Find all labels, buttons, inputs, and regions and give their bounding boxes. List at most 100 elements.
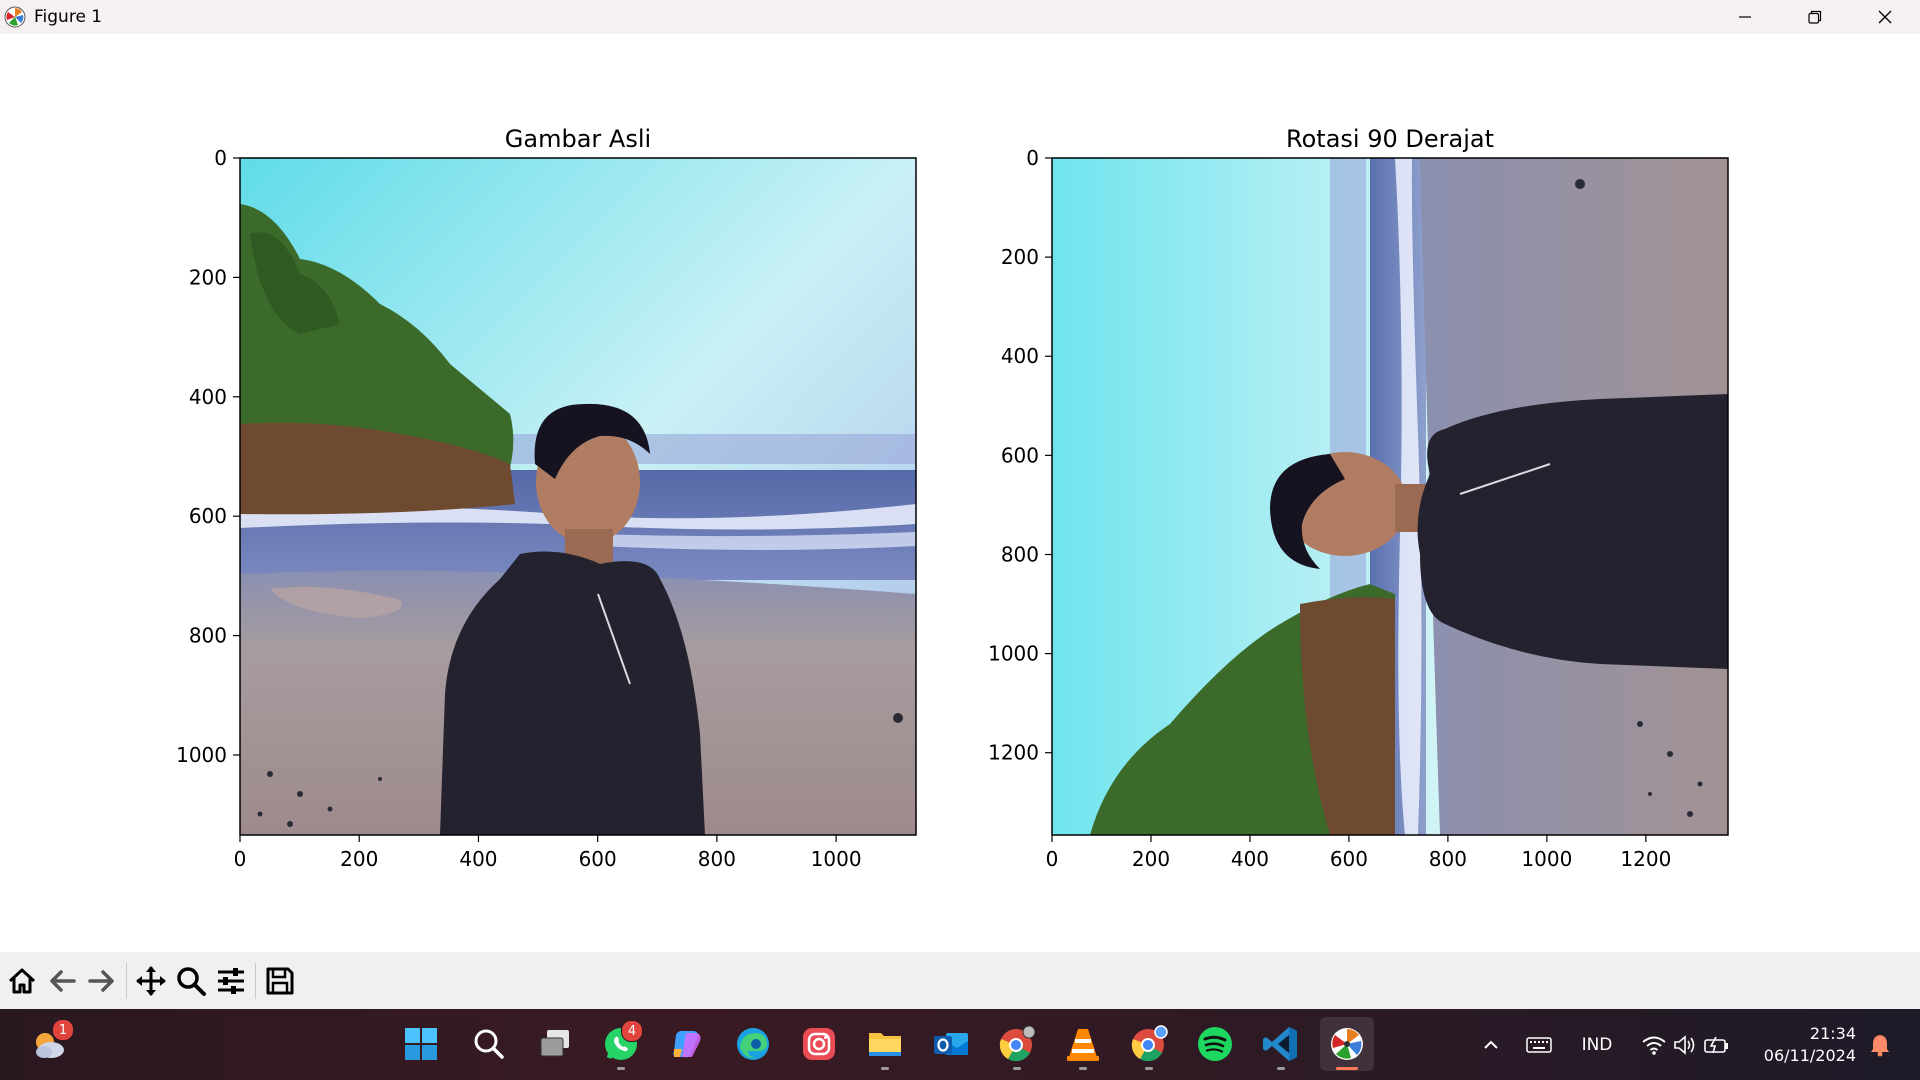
image-rotated-photo xyxy=(1052,158,1728,835)
save-icon xyxy=(266,967,294,994)
taskbar-start[interactable] xyxy=(394,1017,448,1071)
outlook-icon xyxy=(934,1033,968,1055)
task-view-icon xyxy=(540,1030,569,1057)
x-tick-label: 600 xyxy=(579,847,617,871)
pan-button[interactable] xyxy=(131,959,171,1003)
weather-badge: 1 xyxy=(52,1019,74,1041)
tray-touch-keyboard[interactable] xyxy=(1522,1009,1556,1080)
image-original-photo xyxy=(240,158,916,835)
axes-title: Gambar Asli xyxy=(505,125,651,153)
tray-quick-settings[interactable] xyxy=(1636,1009,1736,1080)
y-tick-label: 200 xyxy=(189,265,227,289)
y-tick-label: 800 xyxy=(1001,542,1039,566)
active-indicator xyxy=(1336,1067,1358,1070)
weather-widget[interactable]: 1 xyxy=(22,1017,76,1071)
x-tick-label: 0 xyxy=(234,847,247,871)
zoom-icon xyxy=(177,966,206,996)
taskbar-whatsapp[interactable]: 4 xyxy=(594,1017,648,1071)
y-tick-label: 400 xyxy=(1001,344,1039,368)
taskbar-outlook[interactable] xyxy=(924,1017,978,1071)
battery-charging-icon xyxy=(1704,1036,1728,1053)
x-tick-label: 1200 xyxy=(1620,847,1671,871)
running-indicator xyxy=(617,1067,625,1070)
y-tick-label: 200 xyxy=(1001,245,1039,269)
taskbar-vlc[interactable] xyxy=(1056,1017,1110,1071)
minimize-button[interactable] xyxy=(1710,0,1780,34)
tray-language[interactable]: IND xyxy=(1570,1009,1624,1080)
running-indicator xyxy=(1277,1067,1285,1070)
taskbar-file-explorer[interactable] xyxy=(858,1017,912,1071)
instagram-icon xyxy=(803,1028,835,1060)
taskbar-chrome[interactable] xyxy=(990,1017,1044,1071)
axes-title: Rotasi 90 Derajat xyxy=(1286,125,1494,153)
notification-bell-icon xyxy=(1871,1034,1889,1056)
x-tick-label: 1000 xyxy=(1521,847,1572,871)
configure-subplots-icon xyxy=(218,967,244,994)
window-titlebar: Figure 1 xyxy=(0,0,1920,34)
running-indicator xyxy=(881,1067,889,1070)
zoom-button[interactable] xyxy=(171,959,211,1003)
x-tick-label: 400 xyxy=(1231,847,1269,871)
home-button[interactable] xyxy=(2,959,42,1003)
tray-overflow-button[interactable] xyxy=(1474,1009,1508,1080)
taskbar-python-figure[interactable] xyxy=(1320,1017,1374,1071)
wifi-icon xyxy=(1642,1036,1666,1055)
x-tick-label: 800 xyxy=(1429,847,1467,871)
tray-clock[interactable]: 21:34 06/11/2024 xyxy=(1764,1023,1856,1067)
toolbar-separator xyxy=(126,962,127,999)
x-tick-label: 200 xyxy=(1132,847,1170,871)
tray-notifications[interactable] xyxy=(1862,1009,1898,1080)
x-tick-label: 1000 xyxy=(811,847,862,871)
taskbar-copilot[interactable] xyxy=(660,1017,714,1071)
y-tick-label: 400 xyxy=(189,385,227,409)
navigation-toolbar xyxy=(0,952,1920,1009)
close-icon xyxy=(1878,10,1892,24)
x-tick-label: 400 xyxy=(459,847,497,871)
spotify-icon xyxy=(1198,1027,1232,1061)
restore-icon xyxy=(1808,10,1822,24)
axes-original: Gambar Asli 0 200 400 600 800 1000 02004… xyxy=(176,125,917,871)
clock-time: 21:34 xyxy=(1809,1024,1856,1043)
y-tick-label: 0 xyxy=(214,146,227,170)
y-tick-label: 0 xyxy=(1026,146,1039,170)
copilot-icon xyxy=(673,1030,701,1058)
y-tick-label: 600 xyxy=(189,504,227,528)
taskbar-search[interactable] xyxy=(462,1017,516,1071)
taskbar-task-view[interactable] xyxy=(528,1017,582,1071)
back-button[interactable] xyxy=(42,959,82,1003)
keyboard-icon xyxy=(1526,1036,1552,1053)
whatsapp-badge: 4 xyxy=(621,1020,643,1042)
chrome-icon xyxy=(999,1025,1036,1062)
back-arrow-icon xyxy=(50,969,76,992)
figure-canvas[interactable]: Gambar Asli 0 200 400 600 800 1000 0 200… xyxy=(0,34,1920,952)
forward-button[interactable] xyxy=(82,959,122,1003)
toolbar-separator xyxy=(255,962,256,999)
language-indicator: IND xyxy=(1581,1034,1613,1055)
restore-button[interactable] xyxy=(1780,0,1850,34)
running-indicator xyxy=(1013,1067,1021,1070)
home-icon xyxy=(8,968,36,993)
y-tick-label: 1000 xyxy=(988,642,1039,666)
configure-subplots-button[interactable] xyxy=(211,959,251,1003)
taskbar-edge[interactable] xyxy=(726,1017,780,1071)
y-tick-label: 1000 xyxy=(176,743,227,767)
volume-icon xyxy=(1674,1034,1695,1055)
taskbar-instagram[interactable] xyxy=(792,1017,846,1071)
vlc-icon xyxy=(1067,1029,1099,1061)
pan-icon xyxy=(136,965,166,996)
x-tick-label: 800 xyxy=(698,847,736,871)
axes-rotated: Rotasi 90 Derajat 0 200 400 600 800 1000… xyxy=(988,125,1729,871)
window-title: Figure 1 xyxy=(34,7,103,27)
matplotlib-app-icon xyxy=(1331,1028,1363,1060)
close-button[interactable] xyxy=(1850,0,1920,34)
save-button[interactable] xyxy=(260,959,300,1003)
y-tick-label: 800 xyxy=(189,624,227,648)
forward-arrow-icon xyxy=(88,969,114,992)
search-icon xyxy=(474,1029,504,1059)
y-tick-label: 600 xyxy=(1001,443,1039,467)
taskbar-vscode[interactable] xyxy=(1254,1017,1308,1071)
taskbar-spotify[interactable] xyxy=(1188,1017,1242,1071)
running-indicator xyxy=(1079,1067,1087,1070)
taskbar-chrome-profile[interactable] xyxy=(1122,1017,1176,1071)
folder-icon xyxy=(869,1033,901,1056)
